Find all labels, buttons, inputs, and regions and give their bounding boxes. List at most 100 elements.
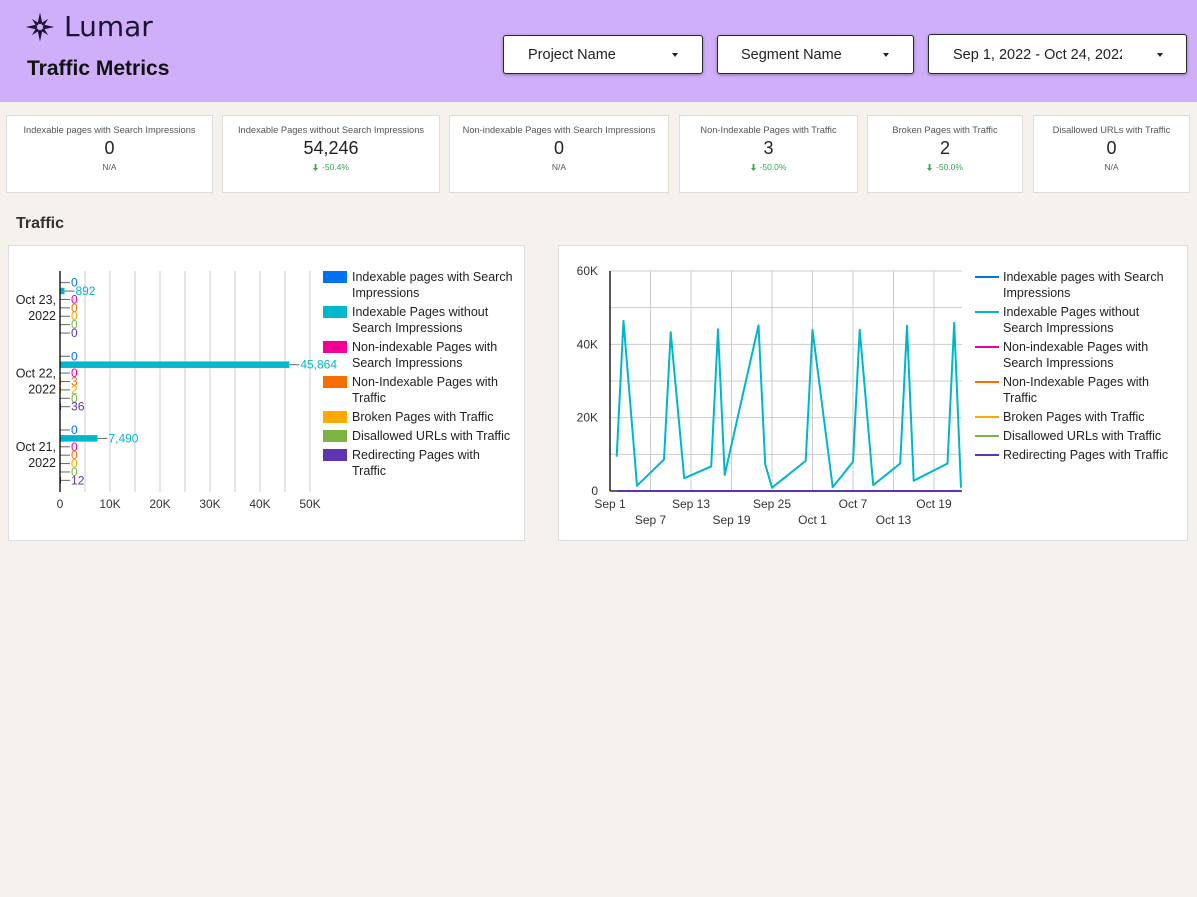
segment-name-dropdown[interactable]: Segment Name [717, 35, 914, 74]
kpi-delta: N/A [450, 162, 668, 172]
legend-label: Non-Indexable Pages with Traffic [1003, 375, 1149, 405]
kpi-value: 3 [763, 138, 774, 158]
x-tick-label: Sep 13 [672, 497, 710, 511]
kpi-value: 2 [939, 138, 950, 158]
kpi-delta-text: -50.0% [936, 162, 963, 172]
data-label: 892 [75, 284, 95, 298]
x-tick-label: 30K [199, 497, 220, 511]
kpi-delta: -50.4% [223, 162, 439, 172]
legend-label: Redirecting Pages with Traffic [1003, 448, 1169, 462]
legend-item[interactable]: Indexable Pages without Search Impressio… [975, 304, 1175, 336]
x-tick-label: 20K [149, 497, 170, 511]
data-label: 36 [71, 400, 85, 414]
kpi-label: Non-Indexable Pages with Traffic [700, 125, 837, 135]
project-name-dropdown[interactable]: Project Name [503, 35, 703, 74]
legend-swatch-icon [323, 449, 347, 461]
legend-line-icon [975, 454, 999, 456]
legend-item[interactable]: Broken Pages with Traffic [975, 409, 1175, 425]
kpi-label: Indexable Pages without Search Impressio… [237, 125, 425, 135]
x-tick-label: 10K [99, 497, 120, 511]
brand-logo: Lumar [24, 10, 153, 44]
legend-item[interactable]: Redirecting Pages with Traffic [975, 447, 1175, 463]
legend-label: Redirecting Pages with Traffic [352, 448, 480, 478]
x-tick-label: Sep 1 [594, 497, 626, 511]
category-label-line: 2022 [28, 309, 56, 323]
arrow-down-icon [927, 164, 933, 171]
bar-chart-legend: Indexable pages with Search Impressions I… [323, 269, 516, 482]
legend-item[interactable]: Redirecting Pages with Traffic [323, 447, 516, 479]
kpi-delta-text: N/A [551, 162, 567, 172]
x-tick-label: 0 [57, 497, 64, 511]
legend-item[interactable]: Non-Indexable Pages with Traffic [323, 374, 516, 406]
header-bar: Lumar Traffic Metrics Project Name Segme… [0, 0, 1197, 102]
category-label-line: 2022 [28, 383, 56, 397]
date-range-picker[interactable]: Sep 1, 2022 - Oct 24, 2022 [928, 34, 1187, 74]
lumar-star-logo-icon [25, 12, 55, 42]
data-label: 0 [71, 423, 78, 437]
x-tick-label: Oct 19 [916, 497, 952, 511]
legend-swatch-icon [323, 271, 347, 283]
legend-item[interactable]: Broken Pages with Traffic [323, 409, 516, 425]
legend-item[interactable]: Disallowed URLs with Traffic [975, 428, 1175, 444]
legend-label: Indexable pages with Search Impressions [352, 270, 513, 300]
x-tick-label: Sep 19 [712, 513, 750, 527]
category-label-line: Oct 23, [16, 293, 56, 307]
y-tick-label: 0 [591, 484, 598, 498]
kpi-delta-text: -50.0% [759, 162, 787, 172]
legend-item[interactable]: Indexable pages with Search Impressions [323, 269, 516, 301]
kpi-delta: N/A [7, 162, 212, 172]
data-label: 0 [71, 349, 78, 363]
legend-label: Non-indexable Pages with Search Impressi… [352, 340, 498, 370]
kpi-nonindexable-with-impressions: Non-indexable Pages with Search Impressi… [449, 115, 669, 193]
kpi-value: 54,246 [303, 138, 359, 158]
legend-item[interactable]: Non-indexable Pages with Search Impressi… [323, 339, 516, 371]
kpi-disallowed-with-traffic: Disallowed URLs with Traffic 0 N/A [1033, 115, 1190, 193]
x-tick-label: Oct 7 [839, 497, 868, 511]
legend-label: Disallowed URLs with Traffic [1003, 429, 1162, 443]
legend-item[interactable]: Disallowed URLs with Traffic [323, 428, 516, 444]
kpi-nonindexable-with-traffic: Non-Indexable Pages with Traffic 3 -50.0… [679, 115, 858, 193]
arrow-down-icon [750, 164, 756, 171]
legend-swatch-icon [323, 411, 347, 423]
legend-line-icon [975, 435, 999, 437]
legend-swatch-icon [323, 376, 347, 388]
date-range-value: Sep 1, 2022 - Oct 24, 2022 [953, 47, 1122, 63]
y-tick-label: 40K [577, 337, 598, 351]
caret-down-icon [883, 53, 889, 57]
legend-item[interactable]: Indexable Pages without Search Impressio… [323, 304, 516, 336]
legend-line-icon [975, 381, 999, 383]
x-tick-label: Oct 13 [876, 513, 912, 527]
kpi-delta: -50.0% [680, 162, 857, 172]
legend-label: Broken Pages with Traffic [352, 410, 494, 424]
kpi-delta-text: N/A [102, 162, 117, 172]
kpi-indexable-with-impressions: Indexable pages with Search Impressions … [6, 115, 213, 193]
x-tick-label: 40K [249, 497, 270, 511]
legend-label: Non-Indexable Pages with Traffic [352, 375, 498, 405]
kpi-value: 0 [104, 138, 115, 158]
legend-item[interactable]: Non-Indexable Pages with Traffic [975, 374, 1175, 406]
legend-item[interactable]: Indexable pages with Search Impressions [975, 269, 1175, 301]
traffic-line-chart: Sep 1 Sep 7 Sep 13 Sep 19 Sep 25 Oct 1 Oct 7 Oc… [558, 245, 1188, 541]
data-label: 7,490 [108, 431, 138, 445]
traffic-bar-chart: 0 10K 20K 30K 40K 50K Oct 23, 2022 0 892 0 0 0 0 0 Oct … [8, 245, 525, 541]
section-title-traffic: Traffic [16, 215, 65, 232]
category-label-line: Oct 21, [16, 440, 56, 454]
legend-item[interactable]: Non-indexable Pages with Search Impressi… [975, 339, 1175, 371]
category-label: Oct 23, 2022 [16, 293, 56, 323]
legend-line-icon [975, 416, 999, 418]
kpi-value: 0 [1106, 138, 1117, 158]
legend-label: Non-indexable Pages with Search Impressi… [1003, 340, 1149, 370]
kpi-label: Indexable pages with Search Impressions [23, 125, 196, 135]
bar [60, 435, 98, 442]
series-line [615, 319, 962, 489]
x-tick-label: Sep 25 [753, 497, 791, 511]
y-tick-label: 60K [577, 264, 598, 278]
legend-label: Broken Pages with Traffic [1003, 410, 1145, 424]
category-label-line: 2022 [28, 456, 56, 470]
arrow-down-icon [313, 164, 319, 171]
line-chart-legend: Indexable pages with Search Impressions I… [975, 269, 1175, 466]
kpi-delta: -50.0% [868, 162, 1022, 172]
legend-line-icon [975, 346, 999, 348]
kpi-delta: N/A [1034, 162, 1189, 172]
category-label: Oct 21, 2022 [16, 440, 56, 470]
